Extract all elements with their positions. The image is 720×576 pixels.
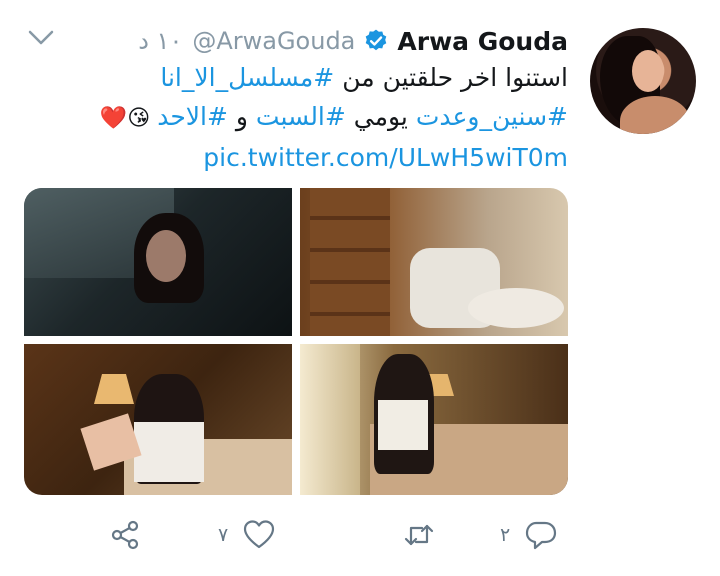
hashtag-link[interactable]: #سنين_وعدت	[416, 102, 568, 131]
curtain-shape	[300, 344, 360, 495]
avatar[interactable]	[590, 28, 696, 134]
author-name[interactable]: Arwa Gouda	[397, 27, 568, 56]
reply-button[interactable]: ٢	[500, 515, 558, 555]
tweet-time[interactable]: ١٠ د	[138, 27, 182, 55]
tweet-line-1: استنوا اخر حلقتين من #مسلسل_الا_انا	[28, 58, 568, 97]
share-button[interactable]	[108, 515, 142, 555]
tweet-line-2: #سنين_وعدت يومي #السبت و #الاحد 😘❤️	[28, 97, 568, 138]
reply-count: ٢	[500, 524, 511, 546]
tweet-actions: ٧ ٢	[0, 515, 720, 555]
hashtag-link[interactable]: #مسلسل_الا_انا	[160, 63, 334, 92]
side-table-shape	[468, 288, 564, 328]
media-grid	[24, 188, 568, 495]
photo-3[interactable]	[24, 344, 292, 495]
heart-icon	[244, 520, 275, 549]
hashtag-link[interactable]: #الاحد	[157, 102, 228, 131]
white-shirt	[378, 400, 428, 450]
hashtag-link[interactable]: #السبت	[256, 102, 346, 131]
tweet-line-3: pic.twitter.com/ULwH5wiT0m	[28, 138, 568, 177]
emoji-text: 😘❤️	[99, 106, 158, 131]
author-handle[interactable]: @ArwaGouda	[192, 27, 355, 55]
avatar-face	[632, 50, 664, 92]
tweet-text-segment: يومي	[345, 102, 416, 131]
retweet-button[interactable]	[388, 515, 436, 555]
photo-2[interactable]	[300, 188, 568, 336]
photo-1[interactable]	[24, 188, 292, 336]
tweet-header: ١٠ د @ArwaGouda Arwa Gouda	[138, 26, 568, 56]
tweet-text: استنوا اخر حلقتين من #مسلسل_الا_انا #سني…	[28, 58, 568, 177]
avatar-shoulder	[620, 96, 690, 134]
like-button[interactable]: ٧	[218, 515, 276, 555]
chevron-down-icon[interactable]	[28, 30, 54, 46]
retweet-icon	[404, 524, 434, 546]
person-face	[146, 230, 186, 282]
reply-icon	[526, 521, 557, 550]
white-shirt	[134, 422, 204, 482]
tweet-text-segment: و	[227, 102, 256, 131]
door-shape	[310, 188, 390, 336]
like-count: ٧	[218, 524, 229, 546]
media-link[interactable]: pic.twitter.com/ULwH5wiT0m	[203, 143, 568, 172]
share-icon	[111, 520, 139, 550]
lamp-shape	[94, 374, 134, 404]
photo-4[interactable]	[300, 344, 568, 495]
tweet-text-segment: استنوا اخر حلقتين من	[334, 63, 568, 92]
verified-badge-icon	[366, 29, 387, 51]
